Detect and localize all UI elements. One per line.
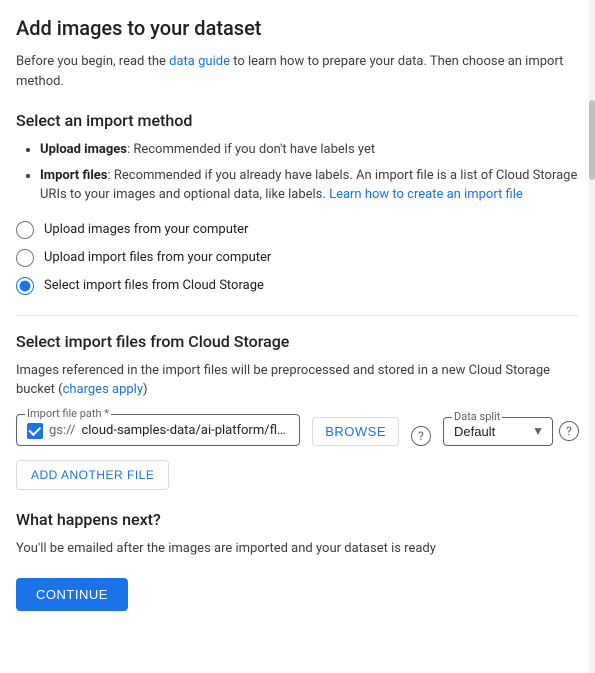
bullet-import-files: Import files: Recommended if you already… bbox=[40, 166, 579, 205]
radio-select-cloud-input[interactable] bbox=[16, 277, 34, 295]
learn-import-link[interactable]: Learn how to create an import file bbox=[329, 187, 523, 202]
what-happens-description: You'll be emailed after the images are i… bbox=[16, 539, 579, 559]
file-path-help-icon[interactable]: ? bbox=[411, 426, 431, 446]
add-another-file-button[interactable]: ADD ANOTHER FILE bbox=[16, 460, 169, 490]
scrollbar-thumb bbox=[589, 100, 595, 180]
cloud-section-description: Images referenced in the import files wi… bbox=[16, 361, 579, 400]
data-split-group: Data split Default Manual Random ▼ ? bbox=[443, 417, 579, 446]
data-split-help-icon[interactable]: ? bbox=[559, 421, 579, 441]
data-split-select[interactable]: Default Manual Random bbox=[454, 424, 542, 439]
radio-upload-import-label: Upload import files from your computer bbox=[44, 250, 271, 265]
continue-button[interactable]: CONTINUE bbox=[16, 578, 128, 611]
cloud-storage-section: Select import files from Cloud Storage I… bbox=[16, 315, 579, 490]
import-file-path-label: Import file path * bbox=[25, 407, 111, 420]
what-happens-heading: What happens next? bbox=[16, 510, 579, 529]
bullet-upload-images: Upload images: Recommended if you don't … bbox=[40, 140, 579, 160]
file-input-row: Import file path * gs:// cloud-samples-d… bbox=[16, 414, 579, 446]
import-file-path-container: Import file path * gs:// cloud-samples-d… bbox=[16, 414, 300, 446]
radio-upload-images[interactable]: Upload images from your computer bbox=[16, 221, 579, 239]
radio-select-cloud[interactable]: Select import files from Cloud Storage bbox=[16, 277, 579, 295]
checkbox-icon bbox=[27, 423, 43, 439]
charges-link[interactable]: charges apply bbox=[63, 382, 143, 397]
radio-upload-images-input[interactable] bbox=[16, 221, 34, 239]
page-title: Add images to your dataset bbox=[16, 16, 579, 40]
import-method-heading: Select an import method bbox=[16, 111, 579, 130]
intro-text: Before you begin, read the data guide to… bbox=[16, 52, 579, 91]
data-split-container: Data split Default Manual Random ▼ bbox=[443, 417, 553, 446]
data-guide-link[interactable]: data guide bbox=[169, 54, 230, 69]
browse-button[interactable]: BROWSE bbox=[312, 417, 399, 446]
radio-upload-import[interactable]: Upload import files from your computer bbox=[16, 249, 579, 267]
data-split-label: Data split bbox=[452, 410, 502, 423]
scrollbar[interactable] bbox=[589, 0, 595, 673]
gs-prefix: gs:// bbox=[49, 423, 75, 438]
import-method-radio-group: Upload images from your computer Upload … bbox=[16, 221, 579, 295]
import-method-bullets: Upload images: Recommended if you don't … bbox=[16, 140, 579, 205]
file-path-value: cloud-samples-data/ai-platform/flowers/f… bbox=[81, 423, 289, 438]
cloud-section-heading: Select import files from Cloud Storage bbox=[16, 332, 579, 351]
radio-select-cloud-label: Select import files from Cloud Storage bbox=[44, 278, 264, 293]
what-happens-section: What happens next? You'll be emailed aft… bbox=[16, 510, 579, 559]
radio-upload-images-label: Upload images from your computer bbox=[44, 222, 248, 237]
radio-upload-import-input[interactable] bbox=[16, 249, 34, 267]
